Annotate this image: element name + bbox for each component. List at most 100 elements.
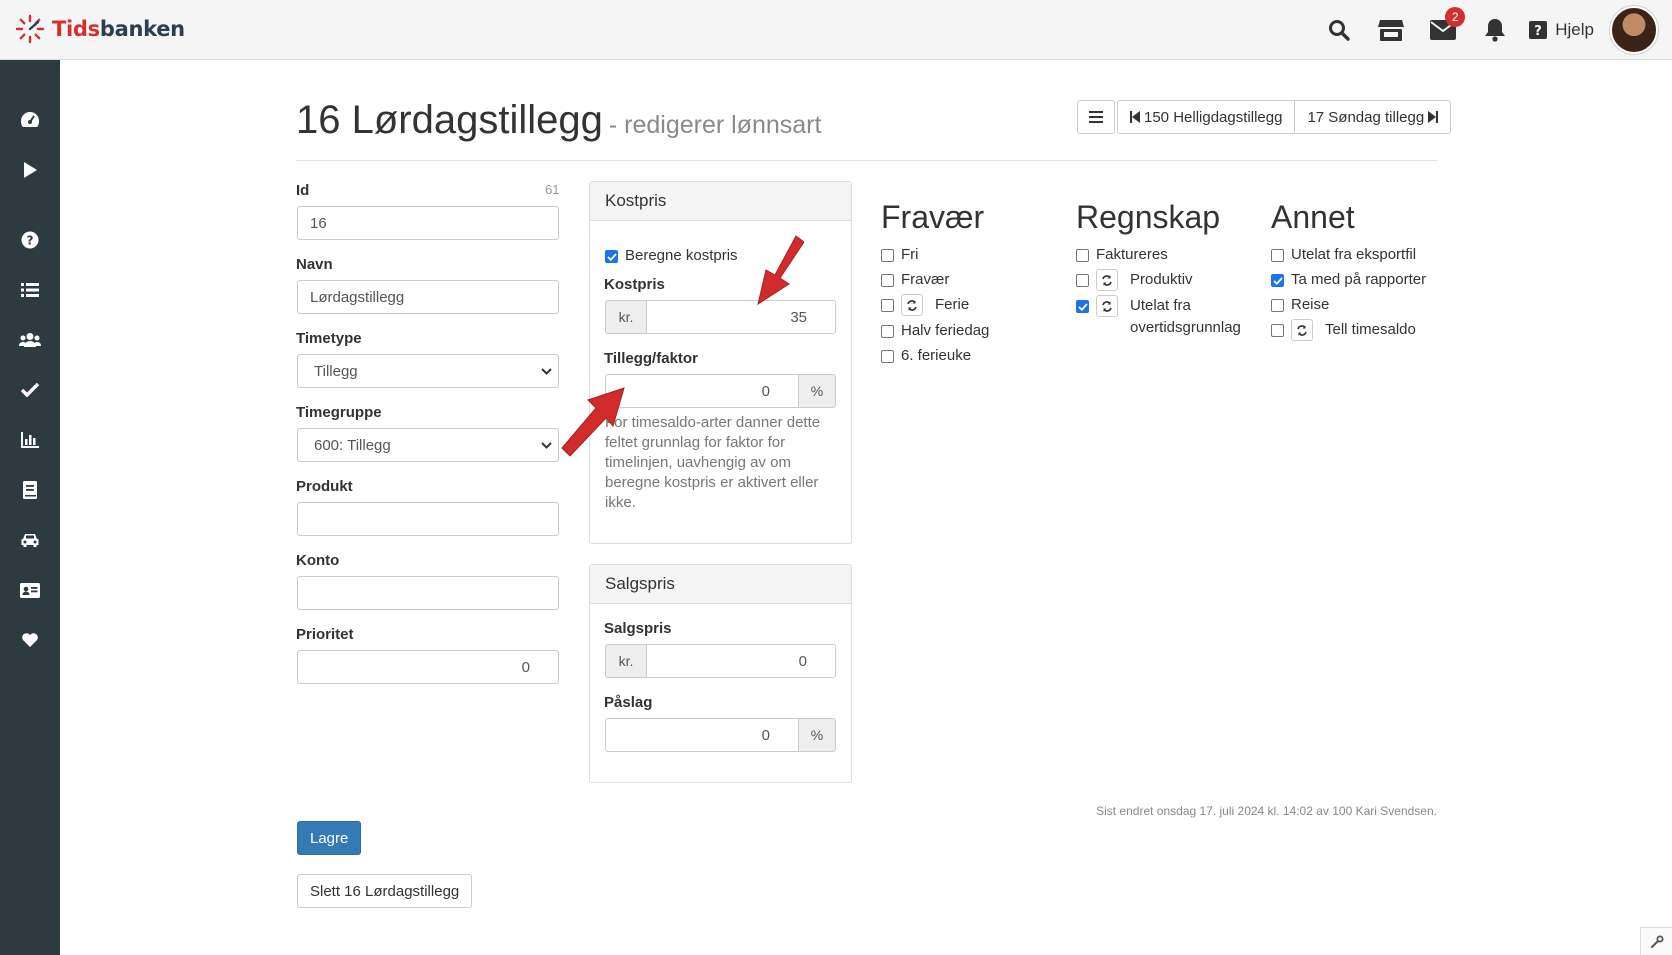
list-menu-button[interactable] bbox=[1077, 100, 1115, 134]
fravaer-option-label: Fravær bbox=[901, 271, 950, 288]
top-bar: Tidsbanken 2 ? Hjelp bbox=[0, 0, 1672, 60]
kostpris-field[interactable]: 35 bbox=[647, 300, 836, 334]
checkbox[interactable] bbox=[1271, 249, 1284, 262]
page-title: 16 Lørdagstillegg - redigerer lønnsart bbox=[296, 98, 822, 142]
save-button[interactable]: Lagre bbox=[297, 821, 362, 855]
timegruppe-select[interactable]: 600: Tillegg bbox=[297, 428, 559, 462]
question-circle-icon: ? bbox=[21, 231, 39, 249]
refresh-icon[interactable] bbox=[1291, 319, 1313, 341]
refresh-icon[interactable] bbox=[1096, 295, 1118, 317]
checkbox-checked[interactable] bbox=[1271, 274, 1284, 287]
fravaer-option[interactable]: Ferie bbox=[881, 294, 1051, 316]
user-avatar[interactable] bbox=[1610, 6, 1658, 54]
fravaer-option[interactable]: Fri bbox=[881, 246, 1051, 263]
list-icon bbox=[21, 283, 39, 297]
car-icon bbox=[21, 534, 39, 547]
konto-label: Konto bbox=[296, 552, 340, 569]
sidebar-item-travel[interactable] bbox=[0, 522, 60, 558]
checkbox[interactable] bbox=[881, 299, 894, 312]
paslag-field[interactable]: 0 bbox=[605, 718, 799, 752]
checkbox[interactable] bbox=[881, 249, 894, 262]
fravaer-option[interactable]: 6. ferieuke bbox=[881, 347, 1051, 364]
heart-icon bbox=[22, 633, 38, 647]
next-record-button[interactable]: 17 Søndag tillegg bbox=[1295, 100, 1452, 134]
sidebar-item-approve[interactable] bbox=[0, 372, 60, 408]
salgspris-input-group: kr. 0 bbox=[605, 644, 836, 678]
notifications-button[interactable] bbox=[1469, 0, 1521, 60]
fravaer-option[interactable]: Halv feriedag bbox=[881, 322, 1051, 339]
sidebar-item-id-card[interactable] bbox=[0, 572, 60, 608]
checkbox[interactable] bbox=[881, 325, 894, 338]
tillegg-faktor-field[interactable]: 0 bbox=[605, 374, 799, 408]
salgspris-field[interactable]: 0 bbox=[647, 644, 836, 678]
checkbox[interactable] bbox=[1271, 324, 1284, 337]
fravaer-option-label: Fri bbox=[901, 246, 919, 263]
sidebar-item-book[interactable] bbox=[0, 472, 60, 508]
regnskap-option-label: Utelat fra overtidsgrunnlag bbox=[1130, 297, 1241, 336]
regnskap-option[interactable]: Utelat fra overtidsgrunnlag bbox=[1076, 295, 1246, 339]
play-icon bbox=[24, 162, 37, 178]
checkbox[interactable] bbox=[881, 274, 894, 287]
id-field[interactable]: 16 bbox=[297, 206, 559, 240]
timetype-label: Timetype bbox=[296, 330, 362, 347]
book-icon bbox=[23, 481, 37, 499]
refresh-icon[interactable] bbox=[901, 294, 923, 316]
beregne-kostpris-checkbox[interactable]: Beregne kostpris bbox=[605, 247, 738, 264]
search-button[interactable] bbox=[1313, 0, 1365, 60]
dashboard-icon bbox=[21, 112, 39, 127]
tillegg-input-group: 0 % bbox=[605, 374, 836, 408]
store-icon bbox=[1378, 20, 1405, 41]
tillegg-faktor-label: Tillegg/faktor bbox=[604, 350, 698, 367]
produkt-field[interactable] bbox=[297, 502, 559, 536]
prioritet-field[interactable]: 0 bbox=[297, 650, 559, 684]
refresh-icon[interactable] bbox=[1096, 269, 1118, 291]
annet-option[interactable]: Ta med på rapporter bbox=[1271, 271, 1471, 288]
page-subtitle: - redigerer lønnsart bbox=[608, 111, 822, 139]
sidebar-item-help[interactable]: ? bbox=[0, 222, 60, 258]
checkbox[interactable] bbox=[1271, 299, 1284, 312]
konto-field[interactable] bbox=[297, 576, 559, 610]
sidebar-item-users[interactable] bbox=[0, 322, 60, 358]
fravaer-option-label: Ferie bbox=[935, 296, 970, 313]
regnskap-option[interactable]: Faktureres bbox=[1076, 246, 1246, 263]
salgspris-label: Salgspris bbox=[604, 620, 672, 637]
sidebar-item-play[interactable] bbox=[0, 152, 60, 188]
checkbox[interactable] bbox=[881, 350, 894, 363]
bar-chart-icon bbox=[21, 432, 39, 448]
store-button[interactable] bbox=[1365, 0, 1417, 60]
fravaer-option[interactable]: Fravær bbox=[881, 271, 1051, 288]
checkbox-checked[interactable] bbox=[1076, 300, 1089, 313]
id-hint: 61 bbox=[545, 182, 560, 197]
users-icon bbox=[19, 333, 41, 347]
timetype-select[interactable]: Tillegg bbox=[297, 354, 559, 388]
sidebar-item-reports[interactable] bbox=[0, 422, 60, 458]
help-link[interactable]: ? Hjelp bbox=[1529, 20, 1594, 40]
regnskap-option-label: Produktiv bbox=[1130, 271, 1193, 288]
delete-button[interactable]: Slett 16 Lørdagstillegg bbox=[297, 874, 473, 908]
previous-record-button[interactable]: 150 Helligdagstillegg bbox=[1117, 100, 1296, 134]
sidebar: ? bbox=[0, 60, 60, 955]
checkbox[interactable] bbox=[1076, 274, 1089, 287]
dev-tools-button[interactable] bbox=[1640, 927, 1672, 955]
annet-heading: Annet bbox=[1271, 199, 1355, 235]
annet-option[interactable]: Utelat fra eksportfil bbox=[1271, 246, 1471, 263]
fravaer-option-label: Halv feriedag bbox=[901, 322, 990, 339]
navn-field[interactable]: Lørdagstillegg bbox=[297, 280, 559, 314]
annet-option[interactable]: Tell timesaldo bbox=[1271, 319, 1471, 341]
check-icon bbox=[21, 383, 39, 397]
sidebar-item-dashboard[interactable] bbox=[0, 102, 60, 138]
header-divider bbox=[296, 160, 1437, 161]
search-icon bbox=[1329, 20, 1350, 41]
regnskap-option[interactable]: Produktiv bbox=[1076, 269, 1246, 291]
checkbox-checked[interactable] bbox=[605, 250, 618, 263]
hamburger-icon bbox=[1089, 111, 1103, 123]
messages-button[interactable]: 2 bbox=[1417, 0, 1469, 60]
percent-addon: % bbox=[799, 718, 836, 752]
sidebar-item-list[interactable] bbox=[0, 272, 60, 308]
annet-option[interactable]: Reise bbox=[1271, 296, 1471, 313]
wrench-icon bbox=[1650, 935, 1663, 948]
logo[interactable]: Tidsbanken bbox=[14, 13, 185, 45]
annotation-arrow-tillegg bbox=[561, 387, 625, 456]
checkbox[interactable] bbox=[1076, 249, 1089, 262]
sidebar-item-health[interactable] bbox=[0, 622, 60, 658]
